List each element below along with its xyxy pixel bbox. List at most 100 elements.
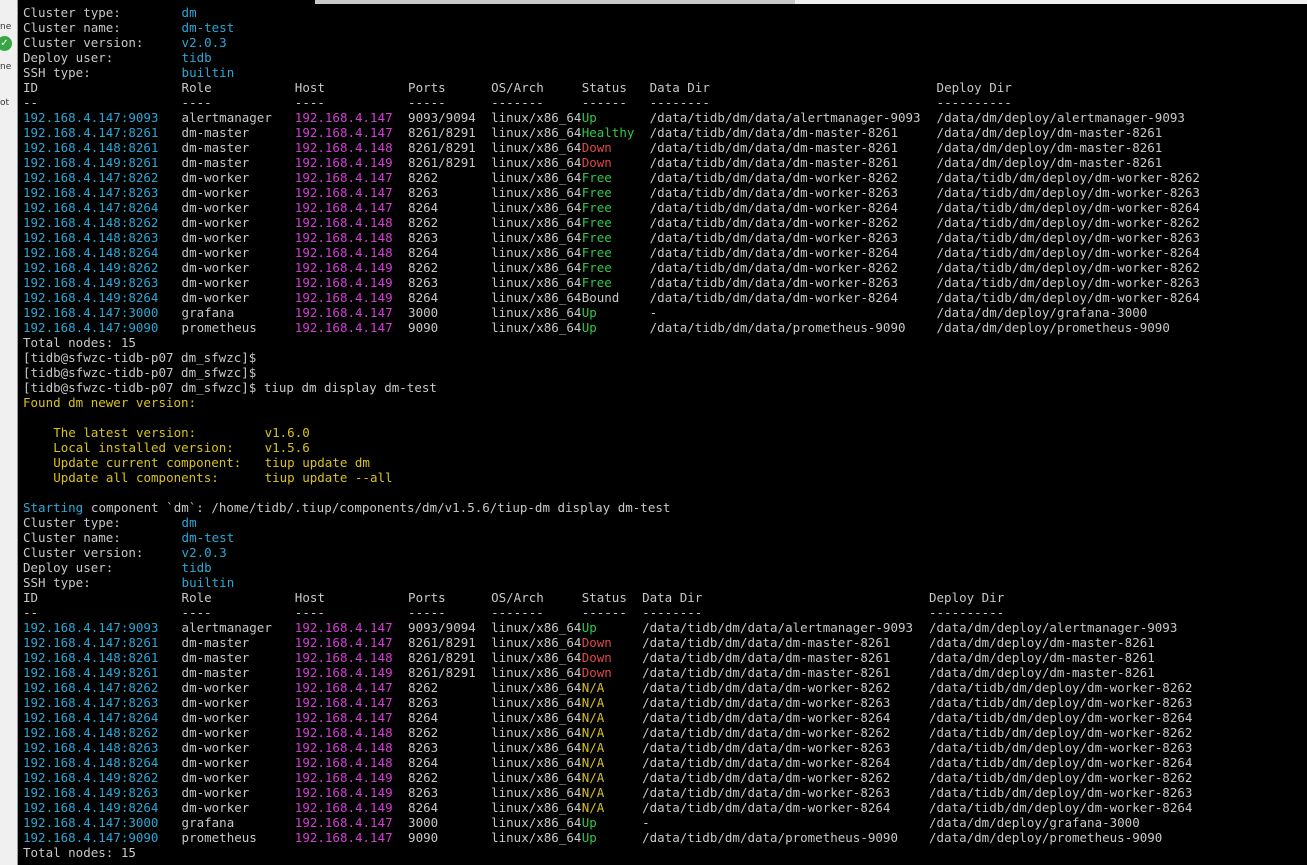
column-header: Ports xyxy=(408,80,446,95)
info-value: dm xyxy=(181,515,197,530)
node-ports: 8264 xyxy=(408,200,439,215)
column-header: Host xyxy=(294,590,325,605)
info-value: builtin xyxy=(181,65,235,80)
node-deploy-dir: /data/tidb/dm/deploy/dm-worker-8263 xyxy=(936,185,1200,200)
column-separator: ---------- xyxy=(936,95,1012,110)
node-data-dir: /data/tidb/dm/data/dm-master-8261 xyxy=(649,155,898,170)
node-status: N/A xyxy=(581,740,605,755)
node-id: 192.168.4.149:8264 xyxy=(23,800,159,815)
prompt-line: [tidb@sfwzc-tidb-p07 dm_sfwzc]$ xyxy=(23,365,257,380)
node-data-dir: /data/tidb/dm/data/dm-worker-8264 xyxy=(642,755,891,770)
table-row: 192.168.4.147:8264 dm-worker 192.168.4.147… xyxy=(23,710,1307,725)
table-row: 192.168.4.147:8264 dm-worker 192.168.4.147… xyxy=(23,200,1307,215)
scrollbar-thumb[interactable] xyxy=(315,0,795,4)
node-deploy-dir: /data/tidb/dm/deploy/dm-worker-8262 xyxy=(929,725,1193,740)
node-host: 192.168.4.147 xyxy=(294,620,393,635)
node-os-arch: linux/x86_64 xyxy=(491,815,582,830)
node-id: 192.168.4.149:8262 xyxy=(23,770,159,785)
table-row: 192.168.4.149:8264 dm-worker 192.168.4.149… xyxy=(23,800,1307,815)
table-row: 192.168.4.147:9093 alertmanager 192.168.4.… xyxy=(23,620,1307,635)
node-host: 192.168.4.148 xyxy=(294,650,393,665)
node-host: 192.168.4.148 xyxy=(294,740,393,755)
info-label: Cluster type: xyxy=(23,5,121,20)
node-host: 192.168.4.147 xyxy=(294,695,393,710)
block2-info-line: Deploy user: tidb xyxy=(23,560,1307,575)
horizontal-scrollbar[interactable] xyxy=(315,0,1307,4)
node-role: dm-worker xyxy=(181,680,250,695)
node-deploy-dir: /data/tidb/dm/deploy/dm-worker-8262 xyxy=(936,170,1200,185)
table-row: 192.168.4.147:8262 dm-worker 192.168.4.147… xyxy=(23,680,1307,695)
node-deploy-dir: /data/tidb/dm/deploy/dm-worker-8264 xyxy=(936,200,1200,215)
node-status: N/A xyxy=(581,755,605,770)
info-label: Cluster type: xyxy=(23,515,121,530)
table-row: 192.168.4.147:8261 dm-master 192.168.4.147… xyxy=(23,125,1307,140)
node-data-dir: /data/tidb/dm/data/dm-master-8261 xyxy=(642,635,891,650)
column-header: Deploy Dir xyxy=(936,80,1012,95)
node-deploy-dir: /data/dm/deploy/dm-master-8261 xyxy=(929,665,1155,680)
column-separator: ----- xyxy=(408,605,446,620)
node-deploy-dir: /data/tidb/dm/deploy/dm-worker-8263 xyxy=(936,275,1200,290)
node-os-arch: linux/x86_64 xyxy=(491,110,582,125)
node-role: dm-worker xyxy=(181,290,250,305)
terminal-output[interactable]: Cluster type: dm Cluster name: dm-test Clust… xyxy=(23,5,1307,865)
table-row: 192.168.4.148:8264 dm-worker 192.168.4.148… xyxy=(23,245,1307,260)
node-os-arch: linux/x86_64 xyxy=(491,695,582,710)
node-data-dir: /data/tidb/dm/data/prometheus-9090 xyxy=(642,830,898,845)
starting-word: Starting xyxy=(23,500,84,515)
node-os-arch: linux/x86_64 xyxy=(491,800,582,815)
side-panel-fragment: ne xyxy=(0,62,12,72)
node-role: dm-worker xyxy=(181,725,250,740)
node-ports: 8261/8291 xyxy=(408,125,476,140)
node-ports: 3000 xyxy=(408,305,439,320)
prompt-line: [tidb@sfwzc-tidb-p07 dm_sfwzc]$ tiup dm … xyxy=(23,380,437,395)
node-os-arch: linux/x86_64 xyxy=(491,125,582,140)
node-status: N/A xyxy=(581,710,605,725)
block2-table-header: ID Role Host Ports OS/Arch Status Data Dir Depl… xyxy=(23,590,1307,605)
column-separator: ----- xyxy=(408,95,446,110)
node-status: Free xyxy=(581,245,612,260)
column-header: Status xyxy=(581,80,627,95)
node-os-arch: linux/x86_64 xyxy=(491,320,582,335)
node-id: 192.168.4.147:9090 xyxy=(23,320,159,335)
table-row: 192.168.4.147:3000 grafana 192.168.4.147 30… xyxy=(23,815,1307,830)
node-role: dm-master xyxy=(181,665,250,680)
node-role: grafana xyxy=(181,815,235,830)
update-notice-title: Found dm newer version: xyxy=(23,395,1307,410)
node-id: 192.168.4.149:8261 xyxy=(23,155,159,170)
node-role: dm-worker xyxy=(181,215,250,230)
side-panel-fragment: ne xyxy=(0,22,12,32)
shell-prompt: [tidb@sfwzc-tidb-p07 dm_sfwzc]$ xyxy=(23,365,1307,380)
node-ports: 8264 xyxy=(408,800,439,815)
table-row: 192.168.4.147:9090 prometheus 192.168.4.14… xyxy=(23,320,1307,335)
node-id: 192.168.4.147:8261 xyxy=(23,635,159,650)
node-status: Down xyxy=(581,650,612,665)
node-role: dm-worker xyxy=(181,185,250,200)
node-host: 192.168.4.147 xyxy=(294,320,393,335)
info-value: dm-test xyxy=(181,20,235,35)
node-os-arch: linux/x86_64 xyxy=(491,680,582,695)
notice-value: tiup update --all xyxy=(264,470,393,485)
block1-info-line: Cluster type: dm xyxy=(23,5,1307,20)
node-deploy-dir: /data/dm/deploy/dm-master-8261 xyxy=(936,155,1163,170)
table-row: 192.168.4.149:8262 dm-worker 192.168.4.149… xyxy=(23,770,1307,785)
table-row: 192.168.4.149:8262 dm-worker 192.168.4.149… xyxy=(23,260,1307,275)
column-separator: -------- xyxy=(642,605,703,620)
node-deploy-dir: /data/dm/deploy/dm-master-8261 xyxy=(936,140,1163,155)
node-role: dm-master xyxy=(181,635,250,650)
node-status: Down xyxy=(581,155,612,170)
column-header: Data Dir xyxy=(649,80,710,95)
node-deploy-dir: /data/tidb/dm/deploy/dm-worker-8263 xyxy=(936,230,1200,245)
node-role: dm-worker xyxy=(181,695,250,710)
node-status: Up xyxy=(581,815,597,830)
info-label: Cluster name: xyxy=(23,20,121,35)
node-host: 192.168.4.147 xyxy=(294,635,393,650)
notice-title: Found dm newer version: xyxy=(23,395,197,410)
node-data-dir: /data/tidb/dm/data/dm-worker-8262 xyxy=(649,260,898,275)
block2-info-line: SSH type: builtin xyxy=(23,575,1307,590)
node-status: Up xyxy=(581,320,597,335)
node-role: dm-master xyxy=(181,155,250,170)
table-row: 192.168.4.147:8262 dm-worker 192.168.4.147… xyxy=(23,170,1307,185)
node-ports: 8262 xyxy=(408,725,439,740)
node-os-arch: linux/x86_64 xyxy=(491,710,582,725)
starting-line: Starting component `dm`: /home/tidb/.tiu… xyxy=(23,500,1307,515)
